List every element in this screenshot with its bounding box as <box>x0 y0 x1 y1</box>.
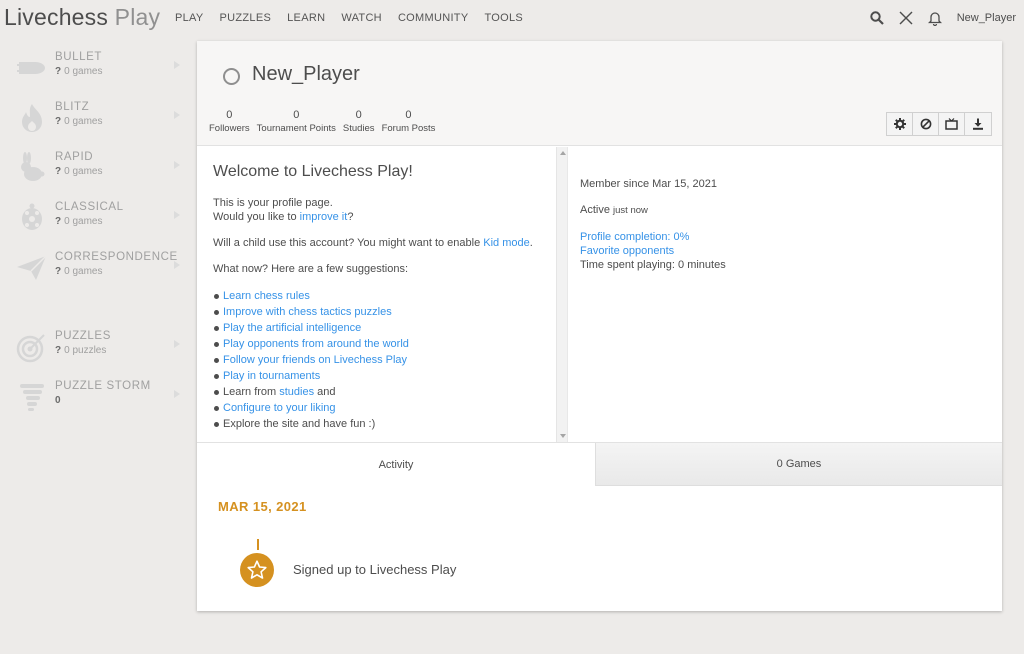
time-played: Time spent playing: 0 minutes <box>580 259 726 271</box>
tornado-icon <box>20 384 44 411</box>
swords-icon[interactable] <box>898 10 914 26</box>
chevron-right-icon <box>174 261 180 269</box>
tournaments-link[interactable]: Play in tournaments <box>223 370 320 382</box>
improve-profile-link[interactable]: improve it <box>300 211 348 223</box>
fire-icon <box>22 104 42 132</box>
timeline-tick <box>257 539 259 550</box>
active-status: Active just now <box>580 204 648 216</box>
welcome-panel: Welcome to Livechess Play! This is your … <box>197 147 555 442</box>
sidebar-item-label: RAPID <box>55 151 94 163</box>
sidebar-item-puzzles[interactable]: PUZZLES ? 0 puzzles <box>0 323 190 373</box>
scroll-up-icon[interactable] <box>560 151 566 155</box>
activity-event: Signed up to Livechess Play <box>293 562 457 577</box>
profile-info-panel: Member since Mar 15, 2021 Active just no… <box>567 147 1002 442</box>
tv-icon[interactable] <box>939 113 965 135</box>
nav-learn[interactable]: LEARN <box>287 12 325 24</box>
tab-activity[interactable]: Activity <box>197 443 595 486</box>
profile-header: New_Player 0 Followers 0 Tournament Points… <box>197 41 1002 146</box>
nav-puzzles[interactable]: PUZZLES <box>220 12 272 24</box>
sidebar-item-correspondence[interactable]: CORRESPONDENCE ? 0 games <box>0 244 190 294</box>
activity-date: MAR 15, 2021 <box>218 499 307 514</box>
stat-forum-posts[interactable]: 0 Forum Posts <box>382 109 436 134</box>
scroll-down-icon[interactable] <box>560 434 566 438</box>
sidebar-item-puzzle-storm[interactable]: PUZZLE STORM 0 <box>0 373 190 423</box>
follow-friends-link[interactable]: Follow your friends on Livechess Play <box>223 354 407 366</box>
welcome-intro: This is your profile page. Would you like… <box>213 197 354 223</box>
list-item: Configure to your liking <box>213 400 555 416</box>
list-item: Play opponents from around the world <box>213 336 555 352</box>
bell-icon[interactable] <box>927 10 943 26</box>
chevron-right-icon <box>174 390 180 398</box>
list-item: Explore the site and have fun :) <box>213 416 555 432</box>
settings-gear-icon[interactable] <box>887 113 913 135</box>
welcome-scrollbar[interactable] <box>556 147 567 442</box>
offline-status-icon <box>223 68 240 85</box>
play-ai-link[interactable]: Play the artificial intelligence <box>223 322 361 334</box>
stat-followers[interactable]: 0 Followers <box>209 109 250 134</box>
kid-mode-link[interactable]: Kid mode <box>483 237 529 249</box>
nav-watch[interactable]: WATCH <box>341 12 382 24</box>
sidebar-item-bullet[interactable]: BULLET ? 0 games <box>0 44 190 94</box>
member-since: Member since Mar 15, 2021 <box>580 178 717 190</box>
main-nav: PLAY PUZZLES LEARN WATCH COMMUNITY TOOLS <box>175 12 539 24</box>
sidebar-item-classical[interactable]: CLASSICAL ? 0 games <box>0 194 190 244</box>
chevron-right-icon <box>174 111 180 119</box>
sidebar-item-label: CORRESPONDENCE <box>55 251 178 263</box>
list-item: Improve with chess tactics puzzles <box>213 304 555 320</box>
turtle-icon <box>22 203 42 230</box>
profile-completion-link[interactable]: Profile completion: 0% <box>580 231 689 243</box>
rabbit-icon <box>21 152 45 181</box>
download-icon[interactable] <box>965 113 991 135</box>
top-bar: Livechess Play PLAY PUZZLES LEARN WATCH … <box>0 0 1024 36</box>
studies-link[interactable]: studies <box>279 386 314 398</box>
sidebar-item-label: PUZZLES <box>55 330 111 342</box>
site-logo[interactable]: Livechess Play <box>4 4 160 31</box>
chevron-right-icon <box>174 340 180 348</box>
profile-tools <box>886 112 992 136</box>
nav-community[interactable]: COMMUNITY <box>398 12 469 24</box>
profile-tabs: Activity 0 Games <box>197 442 1002 486</box>
welcome-title: Welcome to Livechess Play! <box>213 163 413 180</box>
star-icon <box>240 553 274 587</box>
target-icon <box>16 334 45 363</box>
sidebar-item-label: BLITZ <box>55 101 90 113</box>
sidebar-item-blitz[interactable]: BLITZ ? 0 games <box>0 94 190 144</box>
profile-box: New_Player 0 Followers 0 Tournament Points… <box>197 41 1002 611</box>
sidebar-item-label: CLASSICAL <box>55 201 124 213</box>
tab-games[interactable]: 0 Games <box>595 443 1002 486</box>
tactics-puzzles-link[interactable]: Improve with chess tactics puzzles <box>223 306 392 318</box>
sidebar-item-label: PUZZLE STORM <box>55 380 151 392</box>
list-item: Learn chess rules <box>213 288 555 304</box>
bullet-icon <box>17 62 45 74</box>
favorite-opponents-link[interactable]: Favorite opponents <box>580 245 674 257</box>
list-item: Play the artificial intelligence <box>213 320 555 336</box>
profile-username: New_Player <box>252 63 360 85</box>
stat-tournament-points[interactable]: 0 Tournament Points <box>257 109 336 134</box>
search-icon[interactable] <box>869 10 885 26</box>
suggestions-list: Learn chess rules Improve with chess tac… <box>213 288 555 432</box>
list-item: Learn from studies and <box>213 384 555 400</box>
learn-rules-link[interactable]: Learn chess rules <box>223 290 310 302</box>
sidebar-item-rapid[interactable]: RAPID ? 0 games <box>0 144 190 194</box>
user-menu[interactable]: New_Player <box>957 12 1016 24</box>
configure-link[interactable]: Configure to your liking <box>223 402 336 414</box>
chevron-right-icon <box>174 161 180 169</box>
play-opponents-link[interactable]: Play opponents from around the world <box>223 338 409 350</box>
rating-sidebar: BULLET ? 0 games BLITZ ? 0 games RAPID ? 0 … <box>0 44 190 423</box>
suggestions-heading: What now? Here are a few suggestions: <box>213 263 409 275</box>
chevron-right-icon <box>174 211 180 219</box>
paper-plane-icon <box>17 255 47 280</box>
profile-stats: 0 Followers 0 Tournament Points 0 Studies 0… <box>209 109 442 134</box>
chevron-right-icon <box>174 61 180 69</box>
stat-studies[interactable]: 0 Studies <box>343 109 375 134</box>
nav-play[interactable]: PLAY <box>175 12 204 24</box>
nav-tools[interactable]: TOOLS <box>484 12 523 24</box>
sidebar-item-label: BULLET <box>55 51 103 63</box>
list-item: Follow your friends on Livechess Play <box>213 352 555 368</box>
list-item: Play in tournaments <box>213 368 555 384</box>
kid-mode-note: Will a child use this account? You might… <box>213 237 533 249</box>
block-icon[interactable] <box>913 113 939 135</box>
